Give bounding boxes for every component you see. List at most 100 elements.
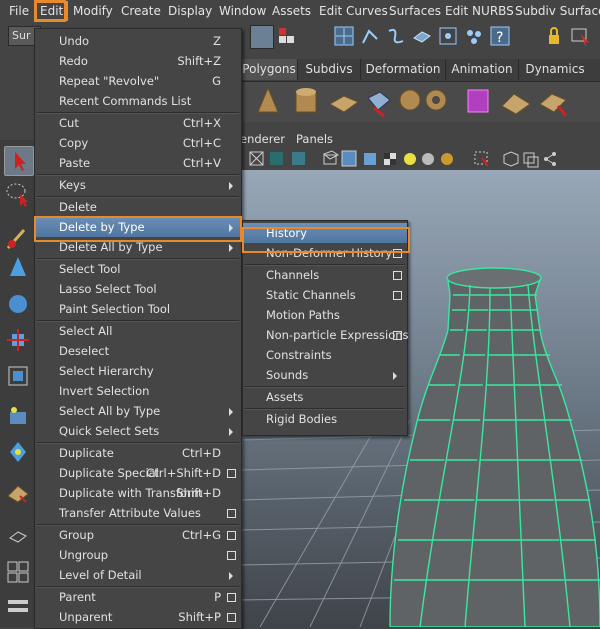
paint-select-icon[interactable] [4, 224, 32, 252]
poly-smooth-icon[interactable] [501, 93, 531, 115]
menubar-subdiv-surfaces[interactable]: Subdiv Surfaces [512, 3, 600, 19]
scale-tool-icon[interactable] [4, 326, 32, 354]
menu-item-redo[interactable]: Redo Shift+Z [35, 51, 241, 71]
shelf-tab-deformation[interactable]: Deformation [360, 59, 445, 80]
menu-item-cut[interactable]: Cut Ctrl+X [35, 113, 241, 133]
lock-icon[interactable] [543, 25, 565, 47]
menu-item-delete-by-type[interactable]: Delete by Type [35, 217, 241, 237]
option-box-icon[interactable] [227, 509, 236, 518]
poly-cone-icon[interactable] [257, 86, 279, 113]
snap-curve-icon[interactable] [359, 25, 381, 47]
menu-item-channels[interactable]: Channels [243, 265, 407, 285]
lasso-tool-icon[interactable] [4, 180, 32, 208]
menu-item-non-particle-expressions[interactable]: Non-particle Expressions [243, 325, 409, 345]
share-icon[interactable] [544, 152, 556, 166]
help-icon[interactable]: ? [489, 25, 511, 47]
menu-item-recent-commands-list[interactable]: Recent Commands List [35, 91, 241, 111]
menubar-edit-curves[interactable]: Edit Curves [316, 3, 391, 19]
menu-item-keys[interactable]: Keys [35, 175, 241, 195]
menu-item-undo[interactable]: Undo Z [35, 31, 241, 51]
menu-item-paint-selection-tool[interactable]: Paint Selection Tool [35, 299, 241, 319]
menubar-create[interactable]: Create [118, 3, 164, 19]
menubar-assets[interactable]: Assets [269, 3, 314, 19]
menubar-display[interactable]: Display [165, 3, 215, 19]
menu-item-parent[interactable]: Parent P [35, 587, 241, 607]
snap-view-plane-icon[interactable] [411, 25, 433, 47]
menu-item-select-all-by-type[interactable]: Select All by Type [35, 401, 241, 421]
layout-bar-icon[interactable] [4, 594, 32, 622]
poly-torus-icon[interactable] [425, 89, 447, 111]
single-perspective-layout-icon[interactable] [4, 522, 32, 550]
menu-item-static-channels[interactable]: Static Channels [243, 285, 407, 305]
shaded-cube-icon[interactable] [364, 153, 376, 165]
menubar-window[interactable]: Window [216, 3, 269, 19]
menu-item-delete[interactable]: Delete [35, 197, 241, 217]
menu-item-invert-selection[interactable]: Invert Selection [35, 381, 241, 401]
menu-item-ungroup[interactable]: Ungroup [35, 545, 241, 565]
option-box-icon[interactable] [393, 249, 402, 258]
menu-item-quick-select-sets[interactable]: Quick Select Sets [35, 421, 241, 441]
option-box-icon[interactable] [393, 271, 402, 280]
gold-light-icon[interactable] [441, 153, 453, 165]
grid-toggle-icon[interactable] [249, 151, 264, 166]
select-by-hierarchy-icon[interactable] [250, 25, 274, 49]
menu-item-motion-paths[interactable]: Motion Paths [243, 305, 407, 325]
render-settings-icon[interactable] [463, 25, 485, 47]
menu-item-select-all[interactable]: Select All [35, 321, 241, 341]
menu-item-assets[interactable]: Assets [243, 387, 407, 407]
snap-grid-icon[interactable] [333, 25, 355, 47]
menu-item-sounds[interactable]: Sounds [243, 365, 407, 385]
xray-joints-icon[interactable] [523, 152, 539, 168]
menubar-edit[interactable]: Edit [35, 1, 69, 21]
menu-item-level-of-detail[interactable]: Level of Detail [35, 565, 241, 585]
yellow-light-icon[interactable] [404, 153, 416, 165]
last-tool-icon[interactable] [4, 478, 32, 506]
menubar-file[interactable]: File [6, 3, 32, 19]
option-box-icon[interactable] [227, 613, 236, 622]
menu-item-lasso-select-tool[interactable]: Lasso Select Tool [35, 279, 241, 299]
show-manip-icon[interactable] [4, 438, 32, 466]
gray-light-icon[interactable] [422, 153, 434, 165]
panel-menu-panels[interactable]: Panels [296, 132, 333, 146]
menu-item-unparent[interactable]: Unparent Shift+P [35, 607, 241, 627]
menubar-modify[interactable]: Modify [70, 3, 116, 19]
poly-extrude-icon[interactable] [367, 91, 391, 118]
menu-item-history[interactable]: History [243, 223, 407, 243]
menu-item-non-deformer-history[interactable]: Non-Deformer History [243, 243, 407, 263]
move-tool-icon[interactable] [4, 254, 32, 282]
universal-manip-icon[interactable] [4, 362, 32, 390]
option-box-icon[interactable] [227, 469, 236, 478]
select-by-object-icon[interactable] [276, 25, 298, 47]
poly-plane-icon[interactable] [328, 95, 360, 113]
texture-icon[interactable] [270, 152, 283, 165]
snap-live-icon[interactable] [437, 25, 459, 47]
menu-item-deselect[interactable]: Deselect [35, 341, 241, 361]
poly-cylinder-icon[interactable] [295, 88, 317, 113]
menubar-surfaces[interactable]: Surfaces [386, 3, 444, 19]
wireframe-shaded-icon[interactable] [323, 150, 339, 165]
menu-item-select-tool[interactable]: Select Tool [35, 259, 241, 279]
shelf-tab-dynamics[interactable]: Dynamics [518, 59, 591, 80]
isolate-select-icon[interactable] [474, 151, 489, 167]
menu-item-group[interactable]: Group Ctrl+G [35, 525, 241, 545]
soft-mod-icon[interactable] [4, 402, 32, 430]
menu-item-rigid-bodies[interactable]: Rigid Bodies [243, 409, 407, 429]
menu-item-duplicate-with-transform[interactable]: Duplicate with Transform Shift+D [35, 483, 241, 503]
shelf-tab-animation[interactable]: Animation [445, 59, 518, 80]
menu-item-transfer-attribute-values[interactable]: Transfer Attribute Values [35, 503, 241, 523]
snap-point-icon[interactable] [385, 25, 407, 47]
menubar-edit-nurbs[interactable]: Edit NURBS [442, 3, 517, 19]
menu-item-delete-all-by-type[interactable]: Delete All by Type [35, 237, 241, 257]
option-box-icon[interactable] [227, 593, 236, 602]
menu-item-repeat-revolve[interactable]: Repeat "Revolve" G [35, 71, 241, 91]
shelf-tab-subdivs[interactable]: Subdivs [297, 59, 360, 80]
menu-item-paste[interactable]: Paste Ctrl+V [35, 153, 241, 173]
poly-cube-purple-icon[interactable] [467, 89, 489, 113]
select-tool-icon[interactable] [4, 146, 34, 176]
panel-menu-renderer[interactable]: enderer [240, 132, 285, 146]
menu-item-constraints[interactable]: Constraints [243, 345, 407, 365]
option-box-icon[interactable] [227, 551, 236, 560]
menu-item-duplicate[interactable]: Duplicate Ctrl+D [35, 443, 241, 463]
option-box-icon[interactable] [227, 531, 236, 540]
checker-icon[interactable] [384, 153, 396, 165]
